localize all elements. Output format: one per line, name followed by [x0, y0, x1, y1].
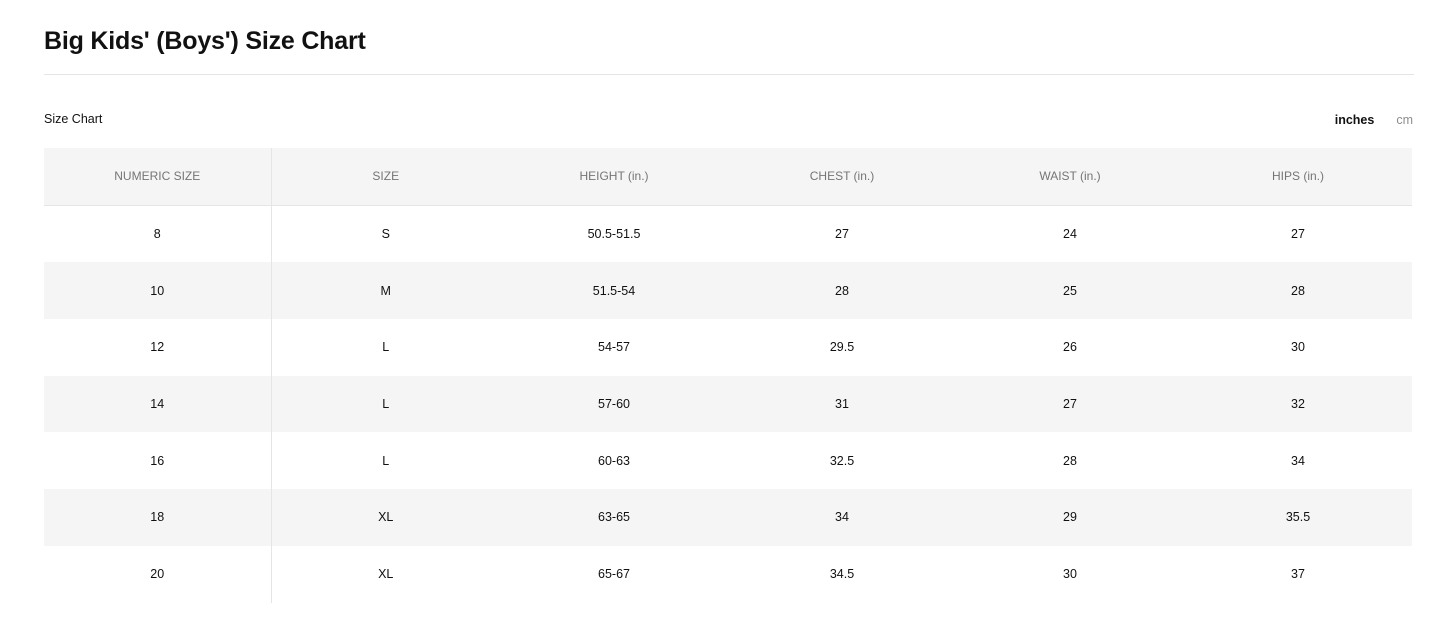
cell-numeric-size: 10	[44, 262, 272, 320]
cell-numeric-size: 16	[44, 432, 272, 490]
cell-chest: 28	[728, 262, 956, 320]
table-row: 18 XL 63-65 34 29 35.5	[44, 489, 1412, 546]
cell-height: 54-57	[598, 340, 630, 355]
cell-numeric-size: 20	[44, 545, 272, 603]
cell-chest: 31	[728, 375, 956, 433]
cell-height: 50.5-51.5	[587, 227, 641, 242]
cell-hips: 37	[1291, 567, 1305, 582]
cell-numeric-size: 14	[44, 375, 272, 433]
size-chart-page: Big Kids' (Boys') Size Chart Size Chart …	[0, 0, 1440, 626]
unit-cm-option[interactable]: cm	[1396, 112, 1413, 128]
cell-waist: 25	[956, 262, 1184, 320]
cell-size: XL	[271, 489, 500, 546]
column-header-waist: WAIST (in.)	[956, 148, 1184, 206]
cell-hips: 27	[1291, 227, 1305, 242]
cell-size: L	[271, 375, 500, 433]
cell-hips: 28	[1184, 262, 1412, 320]
unit-toggle: inches cm	[1335, 112, 1413, 128]
title-divider	[44, 74, 1414, 75]
cell-chest: 29.5	[829, 340, 855, 355]
cell-hips: 30	[1291, 340, 1305, 355]
table-row: 14 L 57-60 31 27 32	[44, 375, 1412, 433]
cell-waist: 29	[956, 489, 1184, 546]
cell-size: L	[382, 340, 390, 355]
cell-chest: 34.5	[829, 567, 855, 582]
table-row: 16 L 60-63 32.5 28 34	[44, 432, 1412, 490]
cell-waist: 28	[1063, 453, 1077, 468]
cell-hips: 35.5	[1184, 489, 1412, 546]
cell-size: L	[382, 453, 390, 468]
table-row: 20 XL 65-67 34.5 30 37	[44, 545, 1412, 603]
size-table: NUMERIC SIZE SIZE HEIGHT (in.) CHEST (in…	[44, 148, 1412, 603]
cell-height: 57-60	[500, 375, 728, 433]
column-header-chest: CHEST (in.)	[728, 148, 956, 206]
cell-size: M	[271, 262, 500, 320]
cell-numeric-size: 8	[44, 205, 272, 263]
cell-waist: 26	[1063, 340, 1077, 355]
cell-height: 60-63	[598, 453, 630, 468]
column-header-numeric-size: NUMERIC SIZE	[44, 148, 272, 206]
cell-numeric-size: 18	[44, 489, 272, 546]
table-row: 8 S 50.5-51.5 27 24 27	[44, 205, 1412, 263]
cell-chest: 32.5	[829, 453, 855, 468]
cell-chest: 27	[835, 227, 849, 242]
cell-size: S	[381, 227, 390, 242]
page-title: Big Kids' (Boys') Size Chart	[44, 27, 366, 55]
cell-chest: 34	[728, 489, 956, 546]
cell-height: 63-65	[500, 489, 728, 546]
cell-hips: 34	[1291, 453, 1305, 468]
table-row: 10 M 51.5-54 28 25 28	[44, 262, 1412, 320]
column-header-height: HEIGHT (in.)	[500, 148, 728, 206]
cell-waist: 27	[956, 375, 1184, 433]
table-row: 12 L 54-57 29.5 26 30	[44, 319, 1412, 376]
size-chart-label: Size Chart	[44, 112, 103, 126]
cell-waist: 30	[1063, 567, 1077, 582]
cell-hips: 32	[1184, 375, 1412, 433]
cell-waist: 24	[1063, 227, 1077, 242]
column-header-size: SIZE	[271, 148, 500, 206]
column-header-hips: HIPS (in.)	[1184, 148, 1412, 206]
cell-height: 65-67	[598, 567, 630, 582]
table-header-row: NUMERIC SIZE SIZE HEIGHT (in.) CHEST (in…	[44, 148, 1412, 206]
cell-height: 51.5-54	[500, 262, 728, 320]
cell-numeric-size: 12	[44, 319, 272, 376]
cell-size: XL	[378, 567, 394, 582]
unit-inches-option[interactable]: inches	[1335, 112, 1375, 128]
